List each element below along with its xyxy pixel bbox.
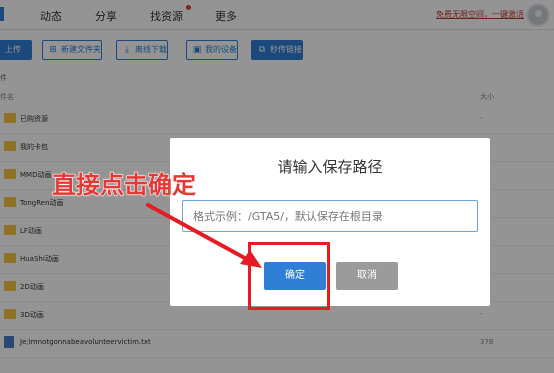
annotation-text: 直接点击确定 bbox=[52, 171, 197, 200]
